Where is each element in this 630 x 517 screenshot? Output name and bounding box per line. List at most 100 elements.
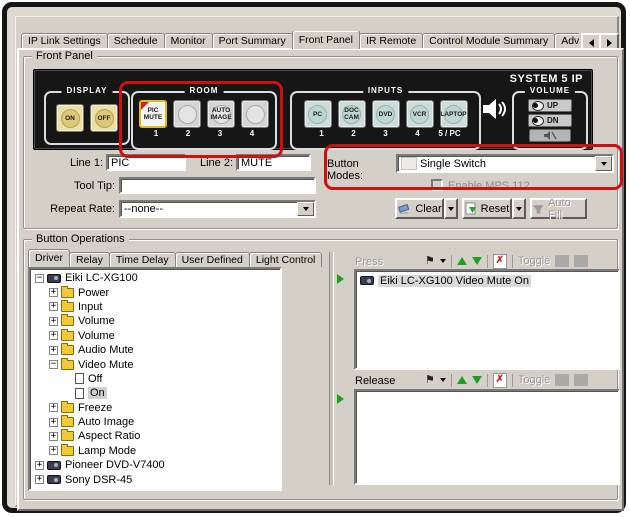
button-modes-select[interactable]: Single Switch [396, 154, 614, 173]
panel-number-label: 3 [207, 129, 233, 138]
button-modes-dropdown-button[interactable] [595, 156, 612, 171]
collapse-icon[interactable]: − [35, 274, 44, 283]
expand-icon[interactable]: + [49, 346, 58, 355]
tab-ip-link-settings[interactable]: IP Link Settings [21, 33, 108, 49]
panel-button-dvd[interactable]: DVD [372, 100, 400, 128]
repeat-rate-select[interactable]: --none-- [119, 200, 316, 218]
tooltip-input[interactable] [119, 177, 316, 194]
splitter-handle[interactable] [329, 252, 334, 485]
folder-icon [61, 360, 74, 370]
tab-ir-remote[interactable]: IR Remote [359, 33, 423, 49]
tree-item-lamp-mode[interactable]: +Lamp Mode [33, 444, 280, 458]
panel-button-blank[interactable] [241, 100, 269, 128]
move-down-icon[interactable] [472, 376, 482, 384]
repeat-rate-dropdown-button[interactable] [297, 202, 314, 216]
volume-down-button[interactable]: DN [528, 114, 572, 127]
panel-button-doc-cam[interactable]: DOC CAM [338, 100, 366, 128]
line1-input[interactable]: PIC [106, 154, 186, 171]
move-up-icon[interactable] [457, 376, 467, 384]
tree-item-label: Pioneer DVD-V7400 [65, 459, 165, 471]
panel-number-label: 4 [239, 129, 265, 138]
toggle-swatch-2[interactable] [574, 374, 588, 386]
panel-button-blank[interactable] [173, 100, 201, 128]
toggle-swatch-1[interactable] [555, 374, 569, 386]
volume-up-icon [532, 101, 544, 111]
tree-item-label: Aspect Ratio [78, 430, 140, 442]
tree-item-pioneer-dvd-v7400[interactable]: + Pioneer DVD-V7400 [33, 458, 280, 472]
panel-button-pc[interactable]: PC [304, 100, 332, 128]
volume-mute-button[interactable] [529, 129, 571, 142]
press-operations-list[interactable]: Eiki LC-XG100 Video Mute On [354, 269, 620, 370]
tab-advanced-configuration[interactable]: Advanced Configuration [554, 33, 579, 49]
expand-icon[interactable]: + [49, 331, 58, 340]
toggle-swatch-1[interactable] [555, 255, 569, 267]
reset-button[interactable]: Reset [462, 198, 512, 219]
operations-tab-time-delay[interactable]: Time Delay [109, 252, 176, 267]
panel-button-off[interactable]: OFF [90, 104, 118, 132]
expand-icon[interactable]: + [49, 446, 58, 455]
driver-tree[interactable]: −Eiki LC-XG100+Power+Input+Volume+Volume… [28, 267, 282, 491]
flag-dropdown-icon[interactable] [440, 378, 446, 382]
move-up-icon[interactable] [457, 257, 467, 265]
tree-item-on[interactable]: On [33, 386, 280, 400]
expand-icon[interactable]: + [49, 403, 58, 412]
expand-icon[interactable]: + [35, 461, 44, 470]
expand-icon[interactable]: + [49, 288, 58, 297]
tab-monitor[interactable]: Monitor [164, 33, 213, 49]
expand-icon[interactable]: + [49, 432, 58, 441]
expand-icon[interactable]: + [49, 418, 58, 427]
tree-item-audio-mute[interactable]: +Audio Mute [33, 343, 280, 357]
flag-dropdown-icon[interactable] [440, 259, 446, 263]
panel-button-on[interactable]: ON [56, 104, 84, 132]
flag-icon[interactable]: ⚑ [425, 375, 435, 386]
expand-icon[interactable]: + [49, 317, 58, 326]
tree-item-input[interactable]: +Input [33, 300, 280, 314]
tree-item-sony-dsr-45[interactable]: +Sony DSR-45 [33, 472, 280, 486]
clear-button[interactable]: Clear [395, 198, 444, 219]
tree-item-label: Video Mute [78, 359, 133, 371]
panel-button-pic-mute[interactable]: PIC MUTE [139, 100, 167, 128]
tab-port-summary[interactable]: Port Summary [212, 33, 293, 49]
flag-icon[interactable]: ⚑ [425, 256, 435, 267]
folder-icon [61, 417, 74, 427]
tree-item-freeze[interactable]: +Freeze [33, 401, 280, 415]
expand-icon[interactable]: + [49, 302, 58, 311]
operations-tab-user-defined[interactable]: User Defined [175, 252, 250, 267]
tab-control-module-summary[interactable]: Control Module Summary [422, 33, 555, 49]
auto-fill-button[interactable]: Auto Fill [530, 198, 587, 219]
display-buttons: ONOFF [46, 104, 128, 132]
expand-icon[interactable]: + [35, 475, 44, 484]
enable-mps-checkbox[interactable] [431, 179, 443, 191]
panel-button-label: DOC CAM [339, 107, 365, 121]
clear-dropdown-button[interactable] [444, 198, 458, 219]
tab-front-panel[interactable]: Front Panel [292, 31, 360, 49]
tree-item-aspect-ratio[interactable]: + Aspect Ratio [33, 429, 280, 443]
tree-item-off[interactable]: Off [33, 372, 280, 386]
release-arrow-icon [337, 394, 344, 404]
tree-item-volume[interactable]: +Volume [33, 329, 280, 343]
tree-item-volume[interactable]: +Volume [33, 314, 280, 328]
line2-input[interactable]: MUTE [236, 154, 311, 171]
tree-item-power[interactable]: +Power [33, 285, 280, 299]
line2-label: Line 2: [189, 157, 233, 169]
move-down-icon[interactable] [472, 257, 482, 265]
operations-tab-relay[interactable]: Relay [69, 252, 110, 267]
panel-button-vcr[interactable]: VCR [406, 100, 434, 128]
panel-button-auto-image[interactable]: AUTO IMAGE [207, 100, 235, 128]
collapse-icon[interactable]: − [49, 360, 58, 369]
page-icon [75, 388, 84, 399]
tree-item-eiki-lc-xg100[interactable]: −Eiki LC-XG100 [33, 271, 280, 285]
operations-tab-driver[interactable]: Driver [28, 249, 70, 267]
operation-item-eiki-lc-xg100-video-mute-on[interactable]: Eiki LC-XG100 Video Mute On [358, 273, 618, 288]
volume-up-button[interactable]: UP [528, 99, 572, 112]
tab-schedule[interactable]: Schedule [107, 33, 165, 49]
panel-button-laptop[interactable]: LAPTOP [440, 100, 468, 128]
release-operations-list[interactable] [354, 389, 620, 485]
delete-icon[interactable]: ✗ [493, 373, 507, 388]
delete-icon[interactable]: ✗ [493, 254, 507, 269]
tree-item-video-mute[interactable]: − Video Mute [33, 357, 280, 371]
reset-dropdown-button[interactable] [512, 198, 526, 219]
operations-tab-light-control[interactable]: Light Control [249, 252, 323, 267]
toggle-swatch-2[interactable] [574, 255, 588, 267]
tree-item-auto-image[interactable]: +Auto Image [33, 415, 280, 429]
